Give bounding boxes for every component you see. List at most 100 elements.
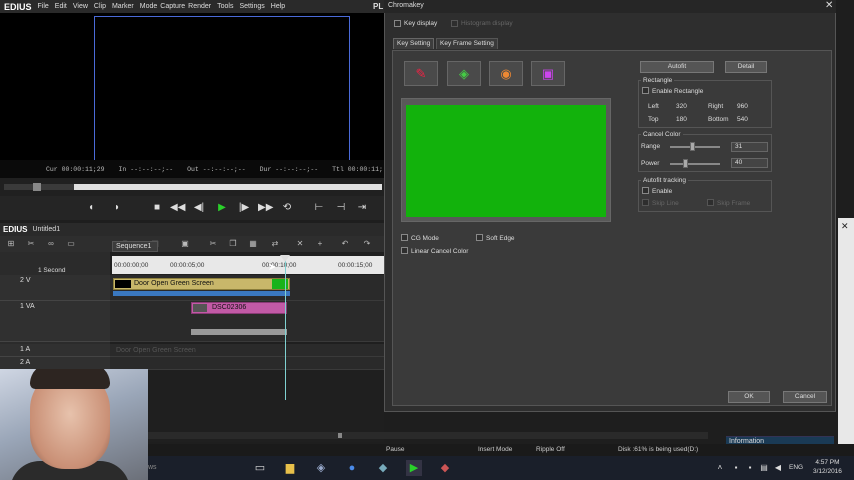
close-icon[interactable]: ✕ — [841, 221, 849, 232]
right-value[interactable]: 960 — [737, 103, 748, 110]
clip-mixer-bar[interactable] — [113, 291, 290, 296]
timescale-label[interactable]: 1 Second — [38, 267, 65, 274]
side-panel-strip — [838, 218, 854, 444]
volume-icon[interactable]: ◀ — [770, 460, 786, 476]
enable-rectangle-checkbox[interactable] — [642, 87, 649, 94]
tray-chevron-icon[interactable]: ˄ — [712, 460, 728, 476]
match-frame-icon[interactable]: ⇥ — [355, 201, 369, 215]
left-value[interactable]: 320 — [676, 103, 687, 110]
stop-icon[interactable]: ■ — [150, 201, 164, 215]
mode-icon[interactable]: ⊞ — [6, 239, 16, 249]
undo-icon[interactable]: ↶ — [340, 239, 350, 249]
skip-frame-checkbox[interactable] — [707, 199, 714, 206]
scrub-handle[interactable] — [33, 183, 41, 191]
menu-marker[interactable]: Marker — [112, 3, 134, 10]
timeline-ruler[interactable]: 00:00:00;00 00:00:05;00 00:00:10;00 00:0… — [112, 256, 384, 274]
copy-icon[interactable]: ❐ — [228, 239, 238, 249]
menu-help[interactable]: Help — [271, 3, 285, 10]
autofit-button[interactable]: Autofit — [640, 61, 714, 73]
dialog-titlebar[interactable] — [384, 0, 836, 13]
save-icon[interactable]: ▣ — [180, 239, 190, 249]
ripple-icon[interactable]: ⇄ — [270, 239, 280, 249]
power-input[interactable]: 40 — [731, 158, 768, 168]
power-slider[interactable] — [670, 163, 720, 165]
track-header-2v[interactable]: 2 V — [0, 275, 110, 301]
status-bar: Pause Insert Mode Ripple Off Disk :61% i… — [148, 444, 854, 456]
skip-line-checkbox[interactable] — [642, 199, 649, 206]
linear-cancel-checkbox[interactable] — [401, 247, 408, 254]
play-icon[interactable]: ▶ — [215, 201, 229, 215]
top-value[interactable]: 180 — [676, 116, 687, 123]
link-icon[interactable]: ∞ — [46, 239, 56, 249]
rewind-icon[interactable]: ◀◀ — [170, 201, 185, 215]
clip-green-screen[interactable]: Door Open Green Screen — [113, 278, 290, 290]
task-view-icon[interactable]: ▭ — [252, 460, 268, 476]
track-lane-2a[interactable] — [110, 357, 384, 370]
tab-sequence1[interactable]: Sequence1 — [112, 241, 158, 252]
histogram-display-checkbox[interactable] — [451, 20, 458, 27]
edius-taskbar-icon[interactable]: ▶ — [406, 460, 422, 476]
track-header-1a[interactable]: 1 A — [0, 344, 110, 357]
paste-icon[interactable]: ▦ — [248, 239, 258, 249]
language-indicator[interactable]: ENG — [789, 464, 803, 471]
menu-clip[interactable]: Clip — [94, 3, 106, 10]
cg-mode-label: CG Mode — [411, 235, 439, 242]
range-slider-thumb[interactable] — [690, 142, 695, 151]
cancel-button[interactable]: Cancel — [783, 391, 827, 403]
bottom-value[interactable]: 540 — [737, 116, 748, 123]
soft-edge-checkbox[interactable] — [476, 234, 483, 241]
detail-button[interactable]: Detail — [725, 61, 767, 73]
menu-settings[interactable]: Settings — [239, 3, 264, 10]
menu-file[interactable]: File — [38, 3, 49, 10]
playhead-line[interactable] — [285, 258, 286, 400]
cg-mode-checkbox[interactable] — [401, 234, 408, 241]
cut-icon[interactable]: ✂ — [208, 239, 218, 249]
tracking-enable-checkbox[interactable] — [642, 187, 649, 194]
menu-capture[interactable]: Capture — [160, 3, 185, 10]
step-forward-icon[interactable]: |▶ — [237, 201, 251, 215]
power-slider-thumb[interactable] — [683, 159, 688, 168]
key-display-checkbox[interactable] — [394, 20, 401, 27]
menu-view[interactable]: View — [73, 3, 88, 10]
add-icon[interactable]: + — [315, 239, 325, 249]
range-input[interactable]: 31 — [731, 142, 768, 152]
loop-icon[interactable]: ⟲ — [280, 201, 294, 215]
app-icon[interactable]: ◆ — [375, 460, 391, 476]
color-wheel-icon[interactable]: ◉ — [489, 61, 523, 86]
range-slider[interactable] — [670, 146, 720, 148]
step-back-icon[interactable]: ◀| — [192, 201, 206, 215]
overwrite-icon[interactable]: ⊣ — [334, 201, 348, 215]
close-icon[interactable]: ✕ — [825, 0, 833, 11]
color-brush-icon[interactable]: ◈ — [447, 61, 481, 86]
fast-forward-icon[interactable]: ▶▶ — [258, 201, 273, 215]
file-explorer-icon[interactable]: ▆ — [282, 460, 298, 476]
menu-render[interactable]: Render — [188, 3, 211, 10]
playhead-marker[interactable] — [280, 255, 290, 262]
group-icon[interactable]: ▭ — [66, 239, 76, 249]
eyedropper-icon[interactable]: ✎ — [404, 61, 438, 86]
clip-thumbnail — [115, 280, 131, 288]
clock[interactable]: 4:57 PM 3/12/2016 — [813, 458, 842, 476]
scrollbar-thumb[interactable] — [338, 433, 342, 438]
timeline-scrollbar[interactable] — [148, 432, 708, 439]
tab-key-frame-setting[interactable]: Key Frame Setting — [436, 38, 498, 49]
menu-tools[interactable]: Tools — [217, 3, 233, 10]
redo-icon[interactable]: ↷ — [362, 239, 372, 249]
key-color-swatch[interactable] — [406, 105, 606, 217]
browser-icon[interactable]: ● — [344, 460, 360, 476]
tab-key-setting[interactable]: Key Setting — [393, 38, 435, 49]
app-icon[interactable]: ◈ — [313, 460, 329, 476]
menu-mode[interactable]: Mode — [140, 3, 158, 10]
delete-icon[interactable]: ✕ — [295, 239, 305, 249]
timecode-bar: Cur 00:00:11;29 In --:--:--;-- Out --:--… — [0, 160, 384, 178]
track-header-1va[interactable]: 1 VA — [0, 301, 110, 342]
scissors-icon[interactable]: ✂ — [26, 239, 36, 249]
color-square-icon[interactable]: ▣ — [531, 61, 565, 86]
insert-icon[interactable]: ⊢ — [312, 201, 326, 215]
set-out-icon[interactable]: ◗ — [110, 201, 124, 215]
clip-audio-bar[interactable] — [191, 329, 287, 335]
menu-edit[interactable]: Edit — [55, 3, 67, 10]
set-in-icon[interactable]: ◖ — [84, 201, 98, 215]
app-icon[interactable]: ◆ — [437, 460, 453, 476]
ok-button[interactable]: OK — [728, 391, 770, 403]
